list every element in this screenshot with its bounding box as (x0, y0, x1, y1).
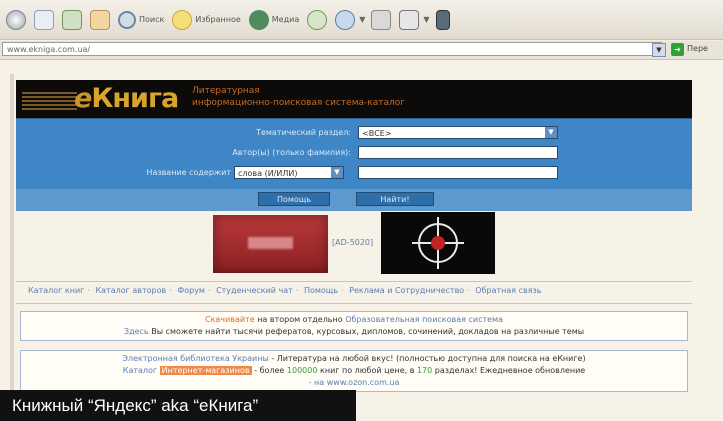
nav-link-student-chat[interactable]: Студенческий чат (216, 286, 293, 295)
article-caption: Книжный “Яндекс” aka “eКнига” (0, 390, 356, 421)
history-button[interactable] (307, 9, 328, 30)
notice-highlight[interactable]: Скачивайте (205, 315, 255, 324)
refresh-icon (62, 9, 82, 30)
browser-toolbar: Поиск Избранное Медиа ▼ ▼ (0, 0, 723, 40)
nav-links: Каталог книг · Каталог авторов · Форум · Ст… (28, 286, 542, 295)
notice-box: Скачивайте на втором отдельно Образовате… (20, 311, 688, 341)
web-page: eКнига Литературная информационно-поиско… (0, 60, 723, 421)
printer-icon (371, 9, 392, 30)
title-label: Название содержит (146, 168, 231, 177)
site-logo[interactable]: eКнига (74, 83, 179, 114)
nav-link-help[interactable]: Помощь (304, 286, 338, 295)
edit-dropdown-icon[interactable]: ▼ (423, 15, 429, 24)
search-label: Поиск (139, 15, 165, 24)
library-shops-highlight[interactable]: Интернет-магазинов (159, 366, 252, 375)
library-line-3: - на www.ozon.com.ua (21, 377, 687, 389)
mail-icon (335, 9, 356, 30)
crosshair-logo-icon (412, 217, 464, 269)
section-select-arrow-icon: ▼ (545, 127, 557, 138)
library-line-2-text-b: книг по любой цене, в (320, 366, 415, 375)
ad-banner-middle-label[interactable]: [AD-5020] (332, 238, 373, 247)
history-icon (307, 9, 328, 30)
notice-line-2-text: Вы сможете найти тысячи рефератов, курсо… (151, 327, 585, 336)
library-catalog-link[interactable]: Каталог (123, 366, 157, 375)
media-icon (248, 9, 269, 30)
tagline-line-1: Литературная (192, 86, 260, 96)
help-button[interactable]: Помощь (258, 192, 330, 206)
search-icon (118, 10, 136, 29)
library-link[interactable]: Электронная библиотека Украины (122, 354, 268, 363)
library-line-2-text-c: разделах! Ежедневное обновление (434, 366, 586, 375)
address-bar: www.ekniga.com.ua/ ▼ ➜ Пере (0, 41, 723, 60)
author-label: Автор(ы) (только фамилия): (232, 148, 351, 157)
library-line-1: Электронная библиотека Украины - Литерат… (21, 353, 687, 365)
logo-e: e (74, 83, 92, 114)
print-button[interactable] (371, 9, 392, 30)
notice-link-education[interactable]: Образовательная поисковая система (345, 315, 503, 324)
library-ozon-link[interactable]: - на www.ozon.com.ua (309, 378, 400, 387)
stop-icon (34, 9, 54, 30)
logo-main: Книга (91, 83, 179, 114)
notice-link-here[interactable]: Здесь (124, 327, 149, 336)
site-banner: eКнига Литературная информационно-поиско… (16, 80, 692, 118)
title-mode-select[interactable]: слова (И/ИЛИ) ▼ (234, 166, 344, 179)
section-select[interactable]: <ВСЕ> ▼ (358, 126, 558, 139)
section-label: Тематический раздел: (256, 128, 351, 137)
form-buttons-band: Помощь Найти! (16, 189, 692, 211)
nav-link-catalog-books[interactable]: Каталог книг (28, 286, 84, 295)
divider-bottom (16, 303, 692, 304)
find-button[interactable]: Найти! (356, 192, 434, 206)
section-select-value: <ВСЕ> (362, 129, 392, 138)
address-input[interactable]: www.ekniga.com.ua/ (2, 42, 662, 56)
nav-link-catalog-authors[interactable]: Каталог авторов (95, 286, 166, 295)
ad-banner-left[interactable] (213, 215, 328, 273)
mail-dropdown-icon[interactable]: ▼ (359, 15, 365, 24)
favorites-label: Избранное (195, 15, 241, 24)
edit-icon (399, 9, 420, 30)
notice-line-1: Скачивайте на втором отдельно Образовате… (21, 314, 687, 326)
search-button[interactable]: Поиск (118, 10, 165, 29)
messenger-icon (435, 9, 450, 30)
go-button[interactable]: ➜ (671, 43, 684, 56)
page-frame-border (10, 74, 14, 421)
library-count-sections: 170 (416, 366, 433, 375)
title-mode-value: слова (И/ИЛИ) (238, 169, 298, 178)
nav-link-advertising[interactable]: Реклама и Сотрудничество (349, 286, 464, 295)
edit-button[interactable] (399, 9, 420, 30)
site-tagline: Литературная информационно-поисковая сис… (192, 85, 405, 109)
favorites-button[interactable]: Избранное (172, 9, 241, 30)
tagline-line-2: информационно-поисковая система-каталог (192, 98, 405, 108)
back-arrow-icon (6, 9, 26, 30)
library-line-2: Каталог Интернет-магазинов - более 10000… (21, 365, 687, 377)
go-label[interactable]: Пере (687, 44, 708, 53)
notice-line-2: Здесь Вы сможете найти тысячи рефератов,… (21, 326, 687, 338)
media-label: Медиа (271, 15, 300, 24)
star-icon (172, 9, 193, 30)
nav-link-forum[interactable]: Форум (177, 286, 205, 295)
media-button[interactable]: Медиа (248, 9, 300, 30)
notice-line-1-text: на втором отдельно (257, 315, 343, 324)
title-input[interactable] (358, 166, 558, 179)
home-icon (90, 9, 110, 30)
author-input[interactable] (358, 146, 558, 159)
address-dropdown-icon[interactable]: ▼ (652, 43, 666, 57)
library-line-2-text-a: - более (254, 366, 285, 375)
stop-button[interactable] (34, 9, 54, 30)
ad-left-blurred-text (248, 237, 293, 249)
library-count-books: 100000 (286, 366, 318, 375)
nav-link-feedback[interactable]: Обратная связь (475, 286, 541, 295)
divider-top (16, 281, 692, 282)
mail-button[interactable] (335, 9, 356, 30)
refresh-button[interactable] (62, 9, 82, 30)
title-mode-arrow-icon: ▼ (331, 167, 343, 178)
library-box: Электронная библиотека Украины - Литерат… (20, 350, 688, 392)
logo-bars-graphic (22, 92, 77, 112)
library-line-1-text: - Литература на любой вкус! (полностью д… (271, 354, 586, 363)
home-button[interactable] (90, 9, 110, 30)
search-form: Тематический раздел: <ВСЕ> ▼ Автор(ы) (т… (16, 118, 692, 211)
back-button[interactable] (6, 9, 26, 30)
messenger-button[interactable] (435, 9, 450, 30)
ad-banner-right[interactable] (381, 212, 495, 274)
